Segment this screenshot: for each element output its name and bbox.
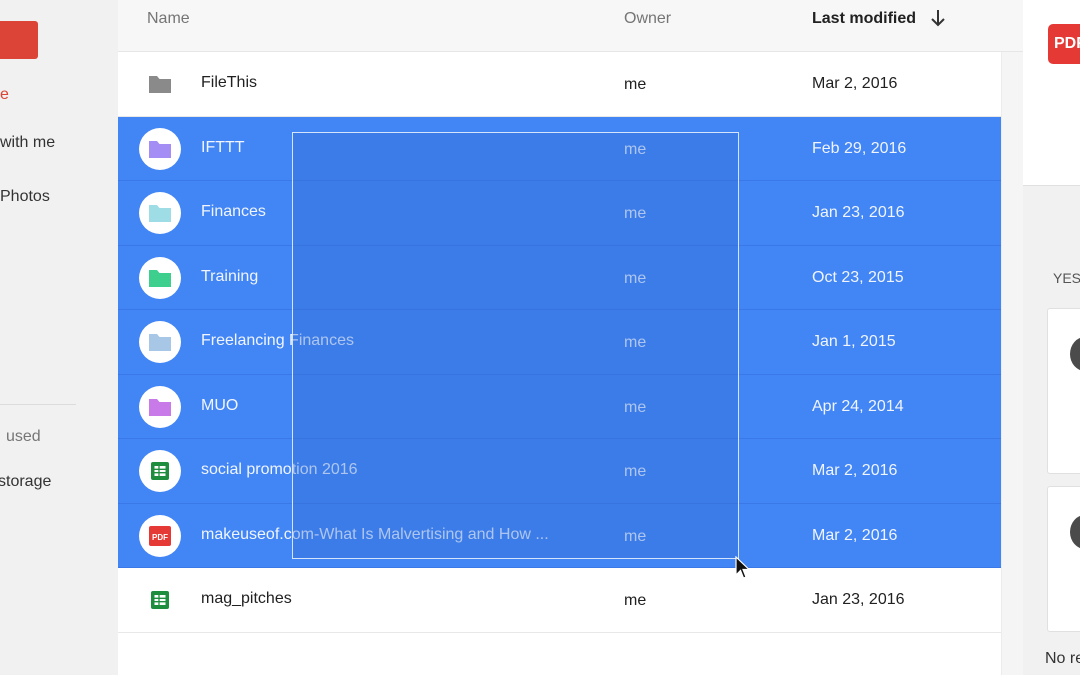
storage-used-label: used — [6, 428, 41, 445]
details-preview: PDF — [1023, 0, 1080, 186]
file-list-header: Name Owner Last modified — [118, 0, 1023, 52]
column-header-name[interactable]: Name — [147, 10, 190, 28]
activity-date-label: YES — [1053, 270, 1080, 286]
sidebar-item-storage[interactable]: storage — [0, 473, 51, 491]
mouse-pointer-icon — [735, 556, 751, 579]
svg-text:PDF: PDF — [152, 533, 168, 542]
spreadsheet-icon — [139, 579, 181, 621]
file-last-modified: Mar 2, 2016 — [812, 526, 898, 544]
sidebar-item-my-drive[interactable]: e — [0, 86, 9, 104]
avatar — [1070, 337, 1080, 371]
file-last-modified: Mar 2, 2016 — [812, 75, 898, 92]
sort-descending-arrow-icon[interactable] — [928, 8, 948, 28]
file-name: MUO — [201, 396, 239, 414]
activity-card[interactable] — [1047, 308, 1080, 474]
file-name: IFTTT — [201, 138, 245, 156]
file-name: FileThis — [201, 74, 258, 91]
avatar — [1070, 515, 1080, 549]
sidebar-item-shared-with-me[interactable]: with me — [0, 134, 55, 152]
spreadsheet-icon — [139, 450, 181, 492]
file-row[interactable]: mag_pitches me Jan 23, 2016 — [118, 568, 1001, 633]
file-last-modified: Feb 29, 2016 — [812, 139, 907, 157]
file-last-modified: Mar 2, 2016 — [812, 462, 898, 479]
file-last-modified: Oct 23, 2015 — [812, 268, 904, 286]
folder-icon — [139, 256, 181, 299]
activity-card[interactable] — [1047, 486, 1080, 632]
folder-icon — [139, 321, 181, 363]
list-scrollbar[interactable] — [1001, 52, 1023, 675]
column-header-last-modified[interactable]: Last modified — [812, 10, 916, 28]
new-button[interactable] — [0, 21, 38, 59]
details-panel: PDF YES No re — [1023, 0, 1080, 675]
folder-icon — [139, 192, 181, 234]
file-last-modified: Jan 23, 2016 — [812, 204, 905, 221]
file-name: Training — [201, 267, 259, 285]
sidebar-item-photos[interactable]: Photos — [0, 188, 50, 206]
file-owner: me — [624, 592, 647, 609]
file-name: Finances — [201, 203, 266, 220]
folder-icon — [139, 385, 181, 428]
file-last-modified: Jan 1, 2015 — [812, 333, 896, 350]
file-last-modified: Apr 24, 2014 — [812, 397, 904, 415]
folder-icon — [139, 63, 181, 105]
left-sidebar: e with me Photos used storage — [0, 0, 118, 675]
folder-icon — [139, 127, 181, 170]
file-last-modified: Jan 23, 2016 — [812, 591, 905, 608]
pdf-icon: PDF — [139, 514, 181, 557]
drag-selection-rectangle — [292, 132, 739, 559]
pdf-file-badge: PDF — [1048, 24, 1080, 64]
file-name: mag_pitches — [201, 590, 292, 607]
activity-footer-text: No re — [1045, 650, 1080, 667]
file-row[interactable]: FileThis me Mar 2, 2016 — [118, 52, 1001, 117]
column-header-owner[interactable]: Owner — [624, 10, 671, 28]
sidebar-divider — [0, 404, 76, 405]
file-owner: me — [624, 76, 647, 93]
